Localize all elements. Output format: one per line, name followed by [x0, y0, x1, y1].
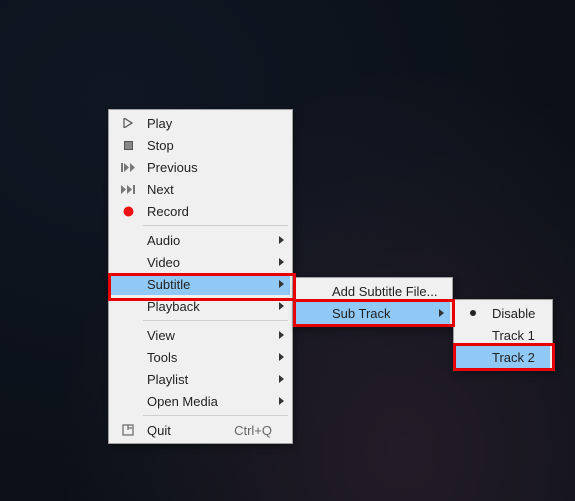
menu-item-label: Playlist	[141, 372, 272, 387]
separator	[143, 225, 288, 226]
menu-item-play[interactable]: Play	[111, 112, 290, 134]
menu-item-stop[interactable]: Stop	[111, 134, 290, 156]
submenu-arrow-icon	[279, 302, 284, 310]
submenu-arrow-icon	[279, 397, 284, 405]
record-icon	[115, 206, 141, 217]
menu-item-label: Tools	[141, 350, 272, 365]
previous-icon	[115, 163, 141, 172]
submenu-arrow-icon	[279, 353, 284, 361]
menu-item-label: Subtitle	[141, 277, 272, 292]
menu-item-quit[interactable]: Quit Ctrl+Q	[111, 419, 290, 441]
play-icon	[115, 118, 141, 128]
menu-item-label: Track 2	[486, 350, 535, 365]
menu-item-video[interactable]: Video	[111, 251, 290, 273]
menu-item-sub-track[interactable]: Sub Track	[296, 302, 450, 324]
submenu-arrow-icon	[439, 309, 444, 317]
radio-checked-icon	[460, 310, 486, 316]
submenu-arrow-icon	[279, 280, 284, 288]
menu-item-add-subtitle-file[interactable]: Add Subtitle File...	[296, 280, 450, 302]
menu-item-audio[interactable]: Audio	[111, 229, 290, 251]
quit-icon	[115, 424, 141, 436]
context-menu-main: Play Stop Previous Next	[108, 109, 293, 444]
separator	[143, 415, 288, 416]
menu-item-label: Stop	[141, 138, 272, 153]
menu-item-label: Sub Track	[326, 306, 432, 321]
menu-item-label: Quit	[141, 423, 210, 438]
next-icon	[115, 185, 141, 194]
menu-item-label: Playback	[141, 299, 272, 314]
menu-item-playlist[interactable]: Playlist	[111, 368, 290, 390]
menu-item-view[interactable]: View	[111, 324, 290, 346]
menu-item-label: Audio	[141, 233, 272, 248]
submenu-arrow-icon	[279, 258, 284, 266]
context-menu-subtrack: Disable Track 1 Track 2	[453, 299, 553, 371]
menu-item-label: Open Media	[141, 394, 272, 409]
menu-item-label: Add Subtitle File...	[326, 284, 438, 299]
menu-item-label: View	[141, 328, 272, 343]
menu-item-label: Track 1	[486, 328, 535, 343]
context-menu-subtitle: Add Subtitle File... Sub Track	[293, 277, 453, 327]
submenu-arrow-icon	[279, 375, 284, 383]
menu-item-track1[interactable]: Track 1	[456, 324, 550, 346]
menu-item-label: Video	[141, 255, 272, 270]
menu-item-next[interactable]: Next	[111, 178, 290, 200]
submenu-arrow-icon	[279, 331, 284, 339]
shortcut-label: Ctrl+Q	[210, 423, 272, 438]
menu-item-label: Record	[141, 204, 272, 219]
menu-item-record[interactable]: Record	[111, 200, 290, 222]
menu-item-playback[interactable]: Playback	[111, 295, 290, 317]
menu-item-label: Play	[141, 116, 272, 131]
submenu-arrow-icon	[279, 236, 284, 244]
separator	[143, 320, 288, 321]
menu-item-open-media[interactable]: Open Media	[111, 390, 290, 412]
menu-item-subtitle[interactable]: Subtitle	[111, 273, 290, 295]
menu-item-label: Next	[141, 182, 272, 197]
menu-item-label: Previous	[141, 160, 272, 175]
menu-item-tools[interactable]: Tools	[111, 346, 290, 368]
menu-item-track2[interactable]: Track 2	[456, 346, 550, 368]
stop-icon	[115, 141, 141, 150]
menu-item-disable[interactable]: Disable	[456, 302, 550, 324]
menu-item-label: Disable	[486, 306, 535, 321]
menu-item-previous[interactable]: Previous	[111, 156, 290, 178]
